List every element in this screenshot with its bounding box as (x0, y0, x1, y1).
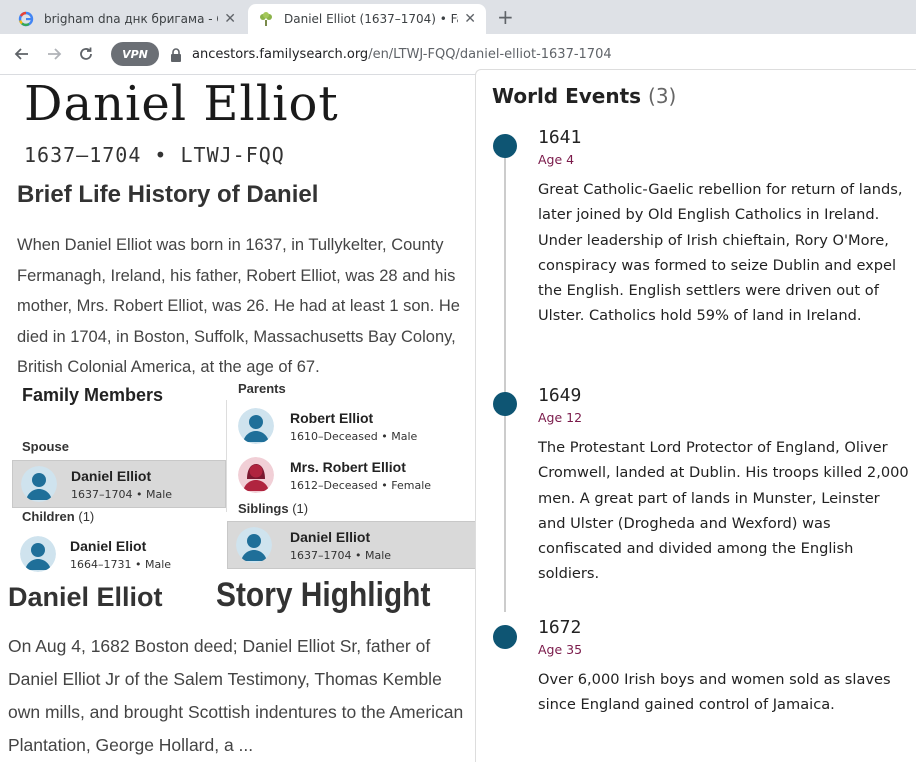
spouse-name: Daniel Elliot (71, 467, 152, 484)
story-person-name: Daniel Elliot (8, 582, 163, 612)
children-label: Children (1) (22, 509, 94, 524)
male-avatar-icon (20, 536, 56, 572)
back-icon[interactable] (10, 42, 34, 66)
sibling-name: Daniel Elliot (290, 528, 371, 545)
spouse-label: Spouse (22, 439, 69, 454)
sibling-meta: 1637–1704 • Male (290, 548, 392, 562)
male-avatar-icon (21, 466, 57, 502)
brief-history-text: When Daniel Elliot was born in 1637, in … (17, 236, 460, 376)
child-name: Daniel Eliot (70, 537, 147, 554)
new-tab-icon[interactable]: + (497, 5, 514, 29)
child-card[interactable]: Daniel Eliot 1664–1731 • Male (12, 532, 226, 576)
parent-card-father[interactable]: Robert Elliot 1610–Deceased • Male (230, 403, 480, 449)
child-meta: 1664–1731 • Male (70, 557, 172, 571)
column-divider (226, 400, 227, 512)
story-text: On Aug 4, 1682 Boston deed; Daniel Ellio… (8, 636, 464, 755)
father-meta: 1610–Deceased • Male (290, 429, 418, 443)
parents-label: Parents (238, 381, 286, 396)
children-count: (1) (78, 509, 95, 524)
male-avatar-icon (236, 527, 272, 563)
forward-icon[interactable] (42, 42, 66, 66)
timeline-dot (493, 392, 517, 416)
close-tab-icon[interactable]: ✕ (464, 11, 476, 27)
event-age: Age 4 (538, 152, 575, 167)
url-host: ancestors.familysearch.org (192, 47, 369, 62)
tab-title: Daniel Elliot (1637–1704) • Famil (284, 12, 458, 26)
spouse-meta: 1637–1704 • Male (71, 487, 173, 501)
lock-icon[interactable] (170, 47, 182, 66)
siblings-count: (1) (292, 501, 309, 516)
tab-google-search[interactable]: brigham dna днк бригама - Goo ✕ (8, 4, 246, 34)
sibling-card[interactable]: Daniel Elliot 1637–1704 • Male (227, 521, 481, 569)
google-icon (18, 11, 34, 27)
person-dates-id: 1637–1704 • LTWJ-FQQ (24, 143, 285, 167)
event-text: The Protestant Lord Protector of England… (538, 439, 909, 583)
family-members-title: Family Members (22, 385, 164, 405)
event-text: Great Catholic-Gaelic rebellion for retu… (538, 181, 903, 325)
reload-icon[interactable] (74, 42, 98, 66)
event-age: Age 12 (538, 410, 583, 425)
mother-meta: 1612–Deceased • Female (290, 478, 432, 492)
event-year: 1641 (538, 127, 582, 148)
event-year: 1649 (538, 385, 582, 406)
spouse-card[interactable]: Daniel Elliot 1637–1704 • Male (12, 460, 226, 508)
event-year: 1672 (538, 617, 582, 638)
event-text: Over 6,000 Irish boys and women sold as … (538, 671, 891, 714)
world-events-count: (3) (648, 84, 677, 108)
female-avatar-icon (238, 457, 274, 493)
parent-card-mother[interactable]: Mrs. Robert Elliot 1612–Deceased • Femal… (230, 452, 480, 498)
world-events-title-text: World Events (492, 84, 642, 108)
timeline-dot (493, 625, 517, 649)
url-path: /en/LTWJ-FQQ/daniel-elliot-1637-1704 (368, 47, 612, 62)
timeline-dot (493, 134, 517, 158)
vpn-badge[interactable]: VPN (111, 42, 159, 66)
siblings-label: Siblings (1) (238, 501, 308, 516)
tab-title: brigham dna днк бригама - Goo (44, 12, 218, 26)
brief-history-title: Brief Life History of Daniel (17, 181, 319, 208)
timeline-line (504, 152, 506, 612)
address-bar[interactable]: ancestors.familysearch.org/en/LTWJ-FQQ/d… (192, 47, 612, 62)
father-name: Robert Elliot (290, 409, 374, 426)
close-tab-icon[interactable]: ✕ (224, 11, 236, 27)
world-events-title: World Events (3) (492, 84, 676, 108)
event-age: Age 35 (538, 642, 583, 657)
tab-familysearch[interactable]: Daniel Elliot (1637–1704) • Famil ✕ (248, 4, 486, 34)
mother-name: Mrs. Robert Elliot (290, 458, 406, 475)
familysearch-tree-icon (258, 11, 274, 27)
children-label-text: Children (22, 509, 75, 524)
person-name-heading: Daniel Elliot (24, 76, 339, 132)
story-highlight-title: Story Highlight (216, 576, 431, 614)
siblings-label-text: Siblings (238, 501, 289, 516)
male-avatar-icon (238, 408, 274, 444)
